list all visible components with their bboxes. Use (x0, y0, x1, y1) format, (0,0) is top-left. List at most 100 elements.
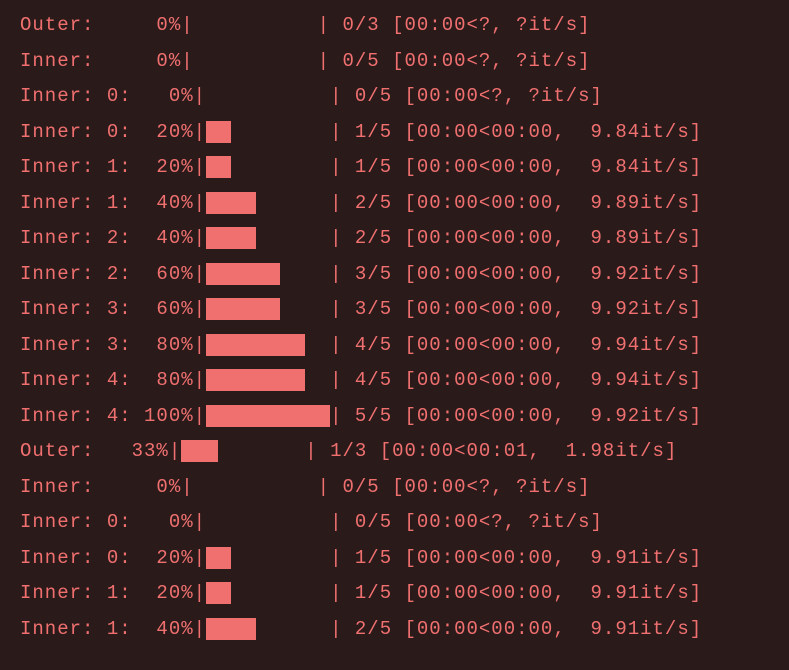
progress-label: Inner: 0: (20, 85, 132, 107)
progress-stats: 2/5 [00:00<00:00, 9.91it/s] (342, 618, 702, 640)
progress-percent: 60% (132, 263, 194, 285)
progress-bar (206, 511, 330, 533)
progress-line: Inner: 0: 20%|██ | 1/5 [00:00<00:00, 9.9… (20, 541, 769, 577)
progress-label: Outer: (20, 440, 119, 462)
bar-empty (256, 192, 330, 214)
progress-stats: 1/5 [00:00<00:00, 9.84it/s] (342, 156, 702, 178)
progress-line: Inner: 1: 20%|██ | 1/5 [00:00<00:00, 9.8… (20, 150, 769, 186)
progress-stats: 2/5 [00:00<00:00, 9.89it/s] (342, 192, 702, 214)
progress-percent: 0% (132, 50, 182, 72)
progress-percent: 0% (132, 14, 182, 36)
progress-bar (194, 476, 318, 498)
bar-empty (231, 547, 330, 569)
progress-bar (194, 14, 318, 36)
progress-bar: ████████ (206, 334, 330, 356)
bar-start: | (181, 14, 193, 36)
progress-percent: 0% (132, 476, 182, 498)
progress-line: Inner: 1: 40%|████ | 2/5 [00:00<00:00, 9… (20, 186, 769, 222)
bar-filled: ██ (206, 156, 231, 178)
progress-label: Inner: 1: (20, 156, 132, 178)
progress-percent: 80% (132, 334, 194, 356)
progress-bar: ████ (206, 192, 330, 214)
progress-bar: ███ (181, 440, 305, 462)
bar-start: | (194, 192, 206, 214)
bar-empty (231, 121, 330, 143)
progress-bar: ██ (206, 156, 330, 178)
progress-percent: 80% (132, 369, 194, 391)
bar-start: | (194, 547, 206, 569)
progress-percent: 0% (132, 85, 194, 107)
bar-filled: ██ (206, 121, 231, 143)
progress-percent: 40% (132, 227, 194, 249)
bar-end: | (330, 227, 342, 249)
progress-percent: 33% (119, 440, 169, 462)
bar-end: | (330, 263, 342, 285)
bar-start: | (181, 50, 193, 72)
bar-start: | (169, 440, 181, 462)
bar-filled: ████ (206, 618, 256, 640)
bar-empty (280, 298, 330, 320)
bar-empty (218, 440, 305, 462)
bar-end: | (305, 440, 317, 462)
progress-label: Inner: 2: (20, 227, 132, 249)
progress-stats: 1/5 [00:00<00:00, 9.91it/s] (342, 547, 702, 569)
bar-empty (194, 50, 318, 72)
progress-stats: 3/5 [00:00<00:00, 9.92it/s] (342, 263, 702, 285)
bar-end: | (318, 14, 330, 36)
progress-label: Inner: 1: (20, 618, 132, 640)
progress-line: Inner: 1: 40%|████ | 2/5 [00:00<00:00, 9… (20, 612, 769, 648)
progress-stats: 0/5 [00:00<?, ?it/s] (330, 50, 590, 72)
progress-bar: ████████ (206, 369, 330, 391)
progress-label: Inner: 3: (20, 298, 132, 320)
bar-filled: ████████ (206, 334, 305, 356)
progress-label: Inner: 4: (20, 369, 132, 391)
bar-start: | (194, 156, 206, 178)
progress-line: Inner: 1: 20%|██ | 1/5 [00:00<00:00, 9.9… (20, 576, 769, 612)
bar-end: | (330, 547, 342, 569)
progress-percent: 20% (132, 547, 194, 569)
progress-label: Outer: (20, 14, 132, 36)
progress-label: Inner: 0: (20, 121, 132, 143)
progress-line: Inner: 0: 0%| | 0/5 [00:00<?, ?it/s] (20, 505, 769, 541)
progress-stats: 0/3 [00:00<?, ?it/s] (330, 14, 590, 36)
progress-label: Inner: 0: (20, 511, 132, 533)
progress-line: Inner: 0: 0%| | 0/5 [00:00<?, ?it/s] (20, 79, 769, 115)
bar-empty (206, 511, 330, 533)
bar-start: | (194, 334, 206, 356)
progress-label: Inner: (20, 50, 132, 72)
progress-line: Inner: 0: 20%|██ | 1/5 [00:00<00:00, 9.8… (20, 115, 769, 151)
progress-percent: 100% (132, 405, 194, 427)
bar-end: | (330, 334, 342, 356)
bar-end: | (330, 192, 342, 214)
bar-end: | (330, 156, 342, 178)
progress-bar: ██████ (206, 298, 330, 320)
progress-bar: ██████████ (206, 405, 330, 427)
progress-stats: 0/5 [00:00<?, ?it/s] (330, 476, 590, 498)
bar-end: | (330, 582, 342, 604)
bar-filled: ████████ (206, 369, 305, 391)
progress-stats: 4/5 [00:00<00:00, 9.94it/s] (342, 334, 702, 356)
bar-filled: ██████████ (206, 405, 330, 427)
progress-stats: 1/3 [00:00<00:01, 1.98it/s] (318, 440, 678, 462)
bar-filled: ██ (206, 582, 231, 604)
progress-percent: 40% (132, 618, 194, 640)
progress-percent: 40% (132, 192, 194, 214)
bar-end: | (318, 50, 330, 72)
progress-label: Inner: 1: (20, 192, 132, 214)
bar-start: | (194, 85, 206, 107)
bar-end: | (330, 511, 342, 533)
progress-stats: 3/5 [00:00<00:00, 9.92it/s] (342, 298, 702, 320)
bar-empty (280, 263, 330, 285)
bar-filled: ██████ (206, 263, 280, 285)
bar-empty (194, 14, 318, 36)
bar-filled: ██ (206, 547, 231, 569)
progress-label: Inner: (20, 476, 132, 498)
bar-empty (256, 227, 330, 249)
bar-start: | (194, 369, 206, 391)
bar-end: | (330, 298, 342, 320)
bar-end: | (330, 121, 342, 143)
progress-label: Inner: 4: (20, 405, 132, 427)
bar-start: | (194, 582, 206, 604)
bar-start: | (194, 121, 206, 143)
progress-bar: ████ (206, 618, 330, 640)
